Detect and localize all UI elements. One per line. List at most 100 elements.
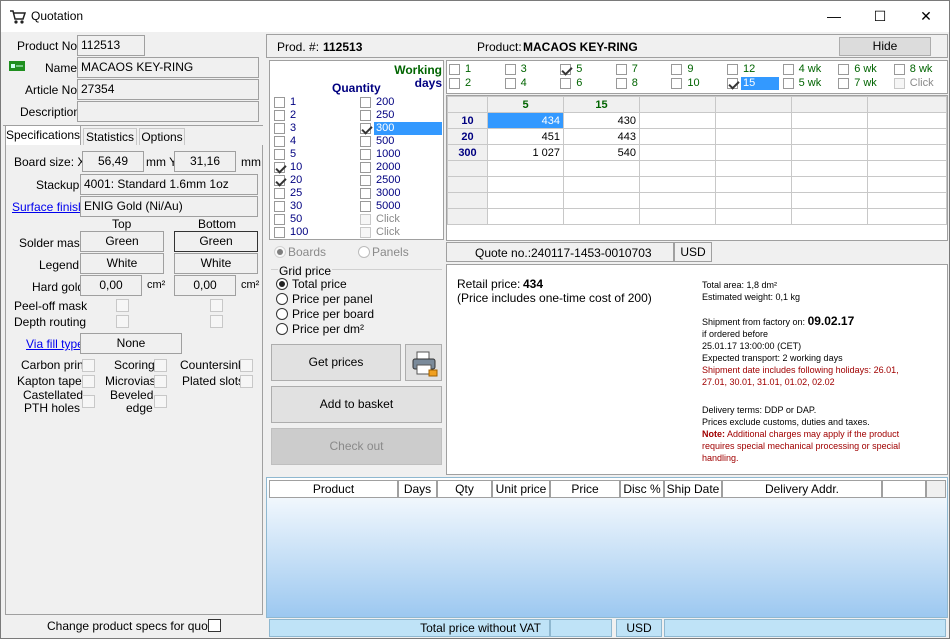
quantity-checkbox[interactable] — [360, 110, 371, 121]
product-no-field[interactable]: 112513 — [77, 35, 145, 56]
article-no-field[interactable]: 27354 — [77, 79, 259, 100]
solder-mask-bottom[interactable]: Green — [174, 231, 258, 252]
get-prices-button[interactable]: Get prices — [271, 344, 401, 381]
days-option[interactable]: 2 — [449, 77, 503, 91]
days-checkbox[interactable] — [671, 64, 683, 75]
plated-slots-checkbox[interactable] — [240, 375, 253, 388]
days-checkbox[interactable] — [504, 78, 516, 89]
basket-col-qty[interactable]: Qty — [437, 480, 492, 498]
days-option[interactable]: 7 — [615, 63, 670, 77]
basket-col-price[interactable]: Price — [550, 480, 620, 498]
total-price-radio[interactable] — [276, 278, 288, 290]
hard-gold-bottom[interactable]: 0,00 — [174, 275, 236, 296]
basket-col-product[interactable]: Product — [269, 480, 398, 498]
scoring-checkbox[interactable] — [154, 359, 167, 372]
grid-cell[interactable]: 540 — [563, 144, 640, 161]
minimize-button[interactable]: — — [811, 1, 857, 32]
hide-button[interactable]: Hide — [839, 37, 931, 56]
basket-col-disc[interactable]: Disc % — [620, 480, 664, 498]
quantity-checkbox[interactable] — [274, 97, 285, 108]
board-x-field[interactable]: 56,49 — [82, 151, 144, 172]
days-option[interactable]: 6 — [560, 77, 614, 91]
quantity-option[interactable]: 20 — [274, 174, 354, 188]
quantity-checkbox[interactable] — [274, 227, 285, 238]
board-y-field[interactable]: 31,16 — [174, 151, 236, 172]
days-checkbox[interactable] — [727, 64, 738, 75]
via-fill-field[interactable]: None — [80, 333, 182, 354]
description-field[interactable] — [77, 101, 259, 122]
days-option[interactable]: 4 — [504, 77, 559, 91]
maximize-button[interactable]: ☐ — [857, 1, 903, 32]
microvias-checkbox[interactable] — [154, 375, 167, 388]
days-option[interactable]: 7 wk — [838, 77, 892, 91]
quantity-option[interactable]: 1 — [274, 96, 354, 110]
quantity-checkbox[interactable] — [360, 201, 371, 212]
quantity-checkbox[interactable] — [274, 110, 285, 121]
quantity-option[interactable]: 50 — [274, 213, 354, 227]
grid-row-header[interactable]: 20 — [447, 128, 488, 145]
days-option[interactable]: 8 wk — [893, 63, 948, 77]
price-per-panel-radio[interactable] — [276, 293, 288, 305]
legend-top[interactable]: White — [80, 253, 164, 274]
tab-options[interactable]: Options — [139, 128, 185, 145]
quantity-option[interactable]: Click — [360, 213, 444, 227]
days-option[interactable]: Click — [893, 77, 948, 91]
days-checkbox[interactable] — [782, 64, 794, 75]
peel-off-bottom-checkbox[interactable] — [210, 299, 223, 312]
days-option[interactable]: 5 — [560, 63, 614, 77]
grid-row-header[interactable]: 10 — [447, 112, 488, 129]
days-option[interactable]: 6 wk — [838, 63, 892, 77]
days-checkbox[interactable] — [504, 64, 516, 75]
quantity-checkbox[interactable] — [274, 214, 285, 225]
quantity-checkbox[interactable] — [360, 149, 371, 160]
kapton-tape-checkbox[interactable] — [82, 375, 95, 388]
days-option[interactable]: 9 — [671, 63, 725, 77]
surface-finish-field[interactable]: ENIG Gold (Ni/Au) — [80, 196, 258, 217]
quantity-option[interactable]: 30 — [274, 200, 354, 214]
castellated-checkbox[interactable] — [82, 395, 95, 408]
quantity-option[interactable]: 300 — [360, 122, 444, 136]
price-per-dm2-radio[interactable] — [276, 323, 288, 335]
grid-col-header[interactable]: 5 — [487, 96, 564, 113]
panels-radio[interactable] — [358, 246, 370, 258]
quantity-option[interactable]: 100 — [274, 226, 354, 240]
days-checkbox[interactable] — [893, 78, 905, 89]
stackup-field[interactable]: 4001: Standard 1.6mm 1oz — [80, 174, 258, 195]
check-out-button[interactable]: Check out — [271, 428, 442, 465]
quantity-option[interactable]: 2 — [274, 109, 354, 123]
quantity-checkbox[interactable] — [274, 136, 285, 147]
days-option[interactable]: 10 — [671, 77, 725, 91]
days-option[interactable]: 12 — [727, 63, 781, 77]
grid-row-header[interactable]: 300 — [447, 144, 488, 161]
carbon-print-checkbox[interactable] — [82, 359, 95, 372]
quantity-checkbox[interactable] — [360, 162, 371, 173]
days-checkbox[interactable] — [615, 78, 627, 89]
quantity-option[interactable]: 10 — [274, 161, 354, 175]
peel-off-top-checkbox[interactable] — [116, 299, 129, 312]
quantity-checkbox[interactable] — [360, 188, 371, 199]
days-checkbox[interactable] — [838, 78, 850, 89]
basket-col-unit-price[interactable]: Unit price — [492, 480, 550, 498]
days-option[interactable]: 4 wk — [782, 63, 837, 77]
depth-routing-bottom-checkbox[interactable] — [210, 315, 223, 328]
grid-cell-selected[interactable]: 434 — [487, 112, 564, 129]
solder-mask-top[interactable]: Green — [80, 231, 164, 252]
quantity-checkbox[interactable] — [274, 123, 285, 134]
basket-col-delivery-addr[interactable]: Delivery Addr. — [722, 480, 882, 498]
basket-col-extra[interactable] — [882, 480, 926, 498]
quantity-checkbox[interactable] — [360, 97, 371, 108]
grid-col-header[interactable]: 15 — [563, 96, 640, 113]
quantity-checkbox[interactable] — [274, 149, 285, 160]
quantity-checkbox[interactable] — [274, 201, 285, 212]
days-checkbox[interactable] — [560, 78, 572, 89]
quantity-option[interactable]: 200 — [360, 96, 444, 110]
days-option[interactable]: 1 — [449, 63, 503, 77]
days-checkbox[interactable] — [838, 64, 850, 75]
days-option[interactable]: 15 — [727, 77, 781, 91]
days-checkbox[interactable] — [671, 78, 683, 89]
grid-cell[interactable]: 443 — [563, 128, 640, 145]
quantity-option[interactable]: 4 — [274, 135, 354, 149]
days-option[interactable]: 3 — [504, 63, 559, 77]
tab-statistics[interactable]: Statistics — [83, 128, 137, 145]
boards-radio[interactable] — [274, 246, 286, 258]
